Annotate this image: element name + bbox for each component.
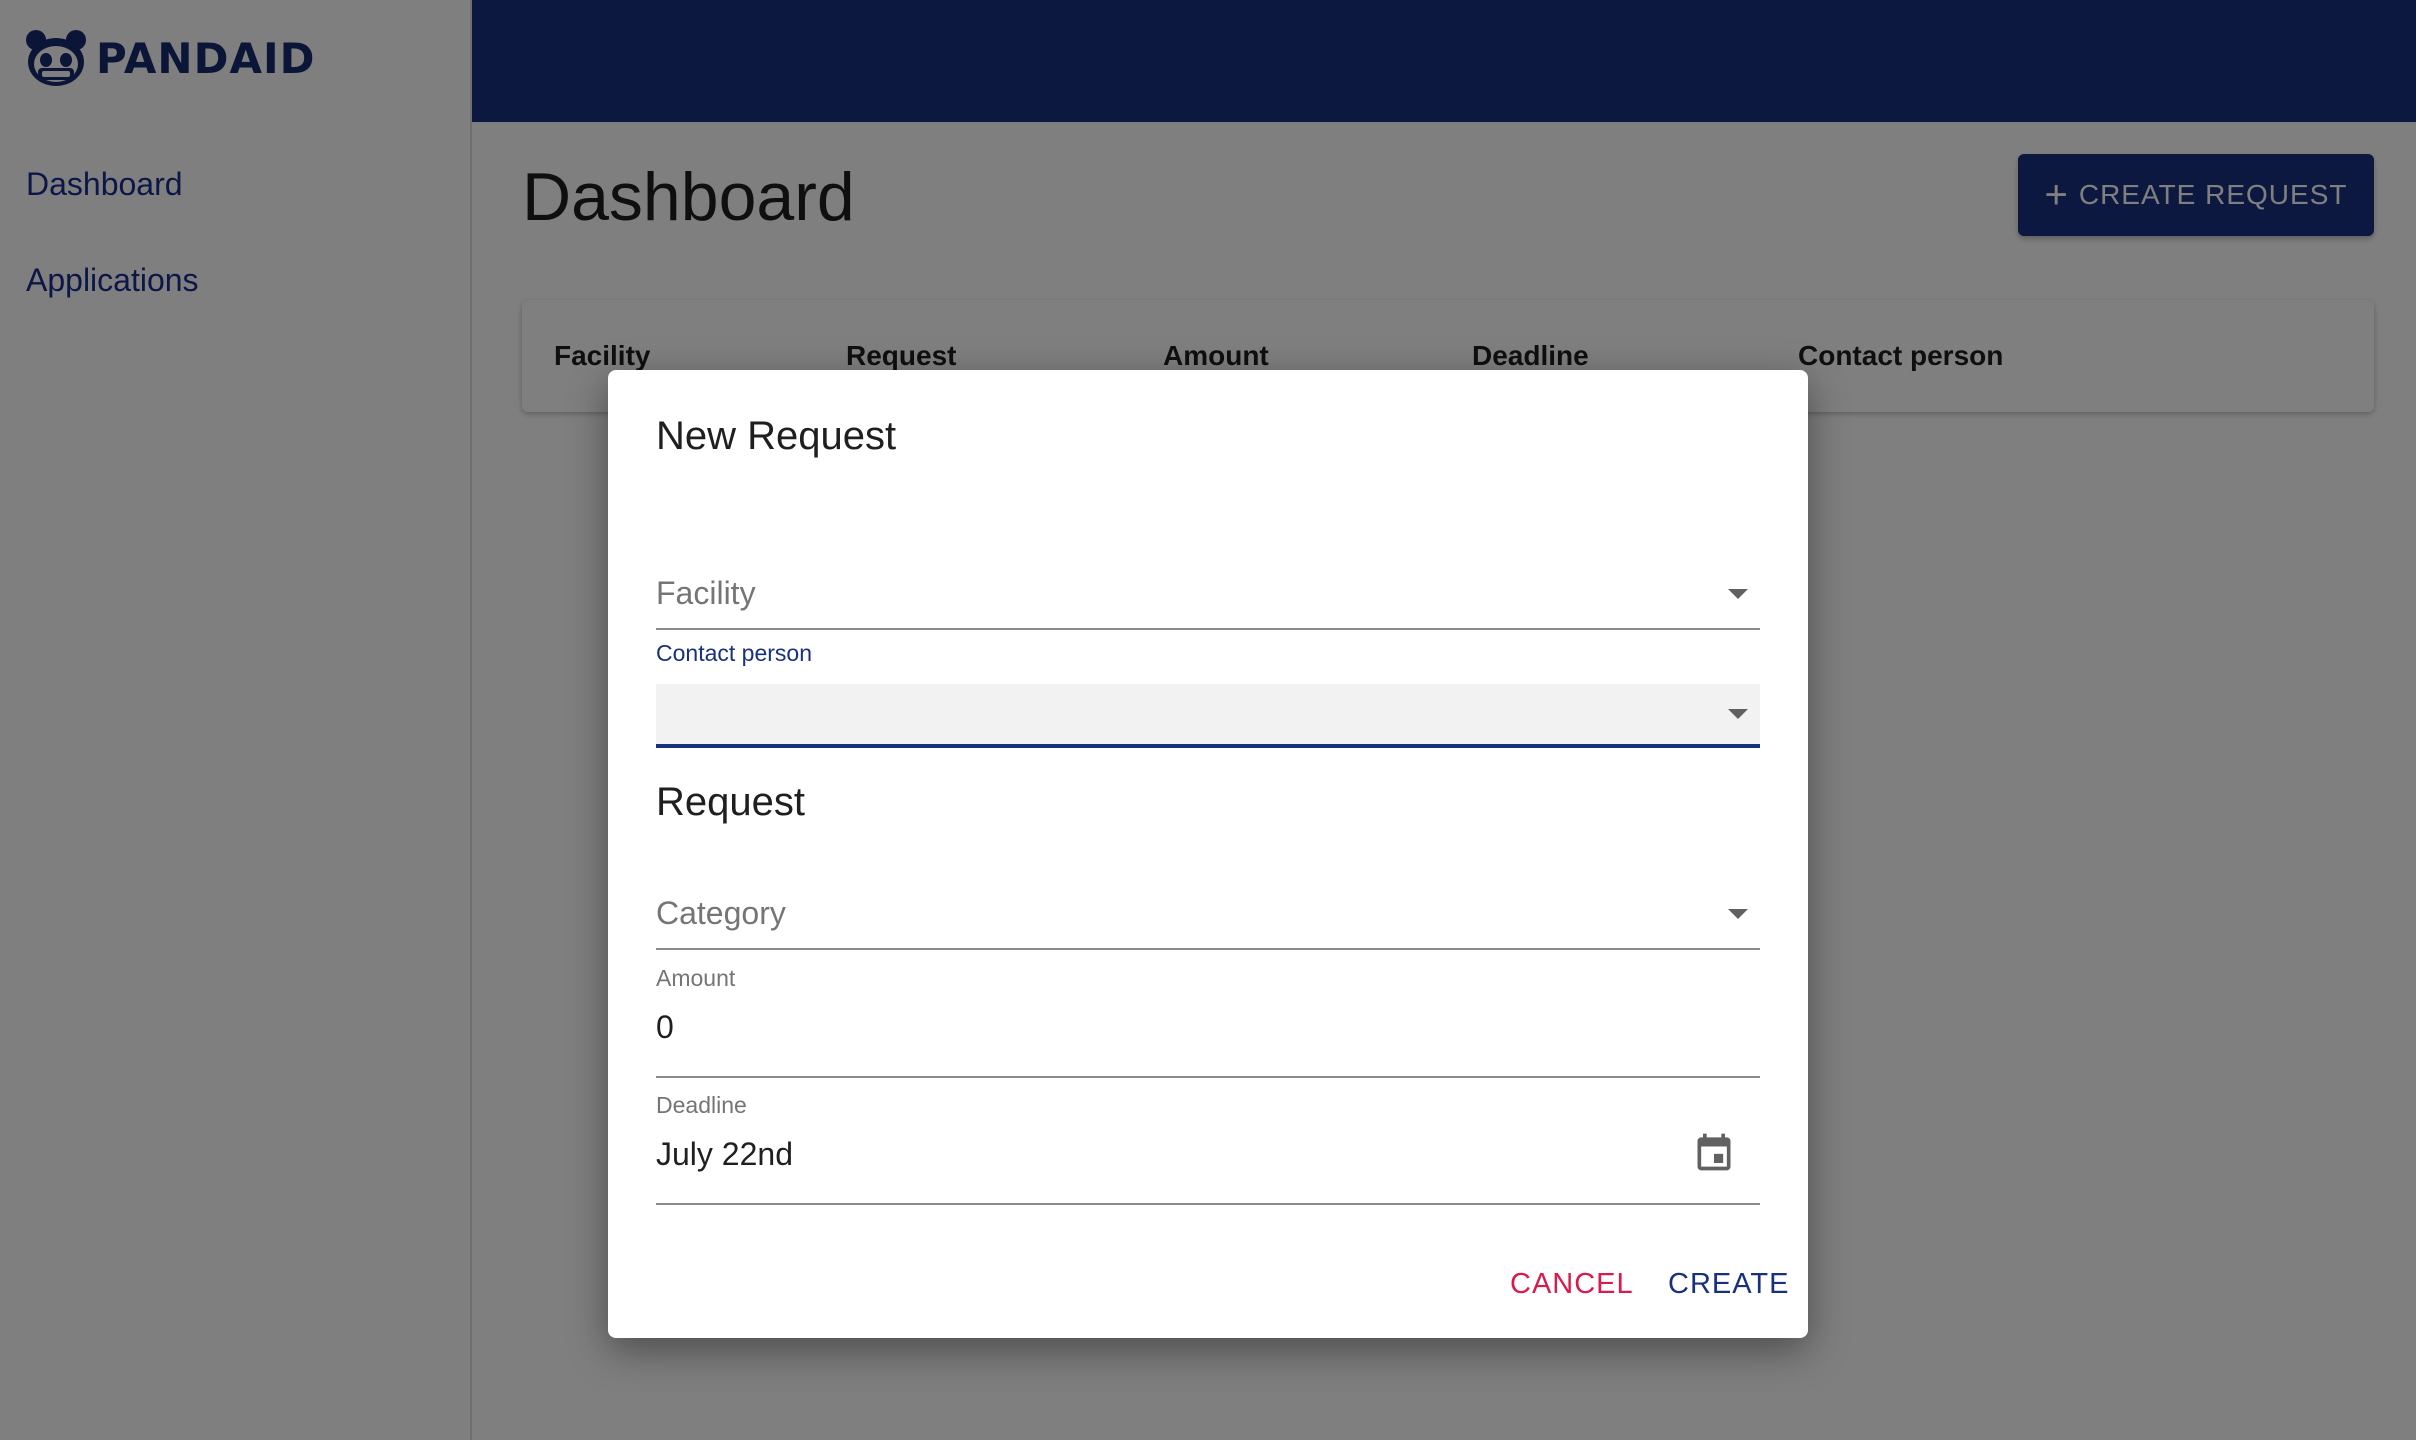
deadline-label: Deadline [656,1092,747,1118]
deadline-underline [656,1203,1760,1205]
chevron-down-icon [1728,709,1748,719]
contact-person-select[interactable]: Contact person [656,640,1760,748]
contact-person-underline [656,744,1760,748]
chevron-down-icon [1728,589,1748,599]
facility-underline [656,628,1760,630]
dialog-title: New Request [656,414,897,458]
amount-label: Amount [656,965,736,991]
facility-select[interactable]: Facility [656,545,1760,630]
facility-placeholder: Facility [656,575,756,611]
contact-person-label: Contact person [656,640,812,666]
calendar-icon[interactable] [1692,1130,1736,1174]
amount-underline [656,1076,1760,1078]
create-button[interactable]: CREATE [1668,1268,1789,1301]
category-select[interactable]: Category [656,865,1760,950]
request-section-title: Request [656,780,805,824]
amount-value[interactable]: 0 [656,1009,674,1046]
chevron-down-icon [1728,909,1748,919]
contact-person-input-box[interactable] [656,684,1760,744]
cancel-button[interactable]: CANCEL [1510,1268,1634,1301]
category-placeholder: Category [656,895,786,931]
deadline-field[interactable]: Deadline July 22nd [656,1092,1760,1205]
deadline-value[interactable]: July 22nd [656,1136,793,1173]
new-request-dialog: New Request Facility Contact person Requ… [608,370,1808,1338]
amount-field[interactable]: Amount 0 [656,965,1760,1078]
category-underline [656,948,1760,950]
app-root: PANDAID Dashboard Applications Dashboard… [0,0,2416,1440]
